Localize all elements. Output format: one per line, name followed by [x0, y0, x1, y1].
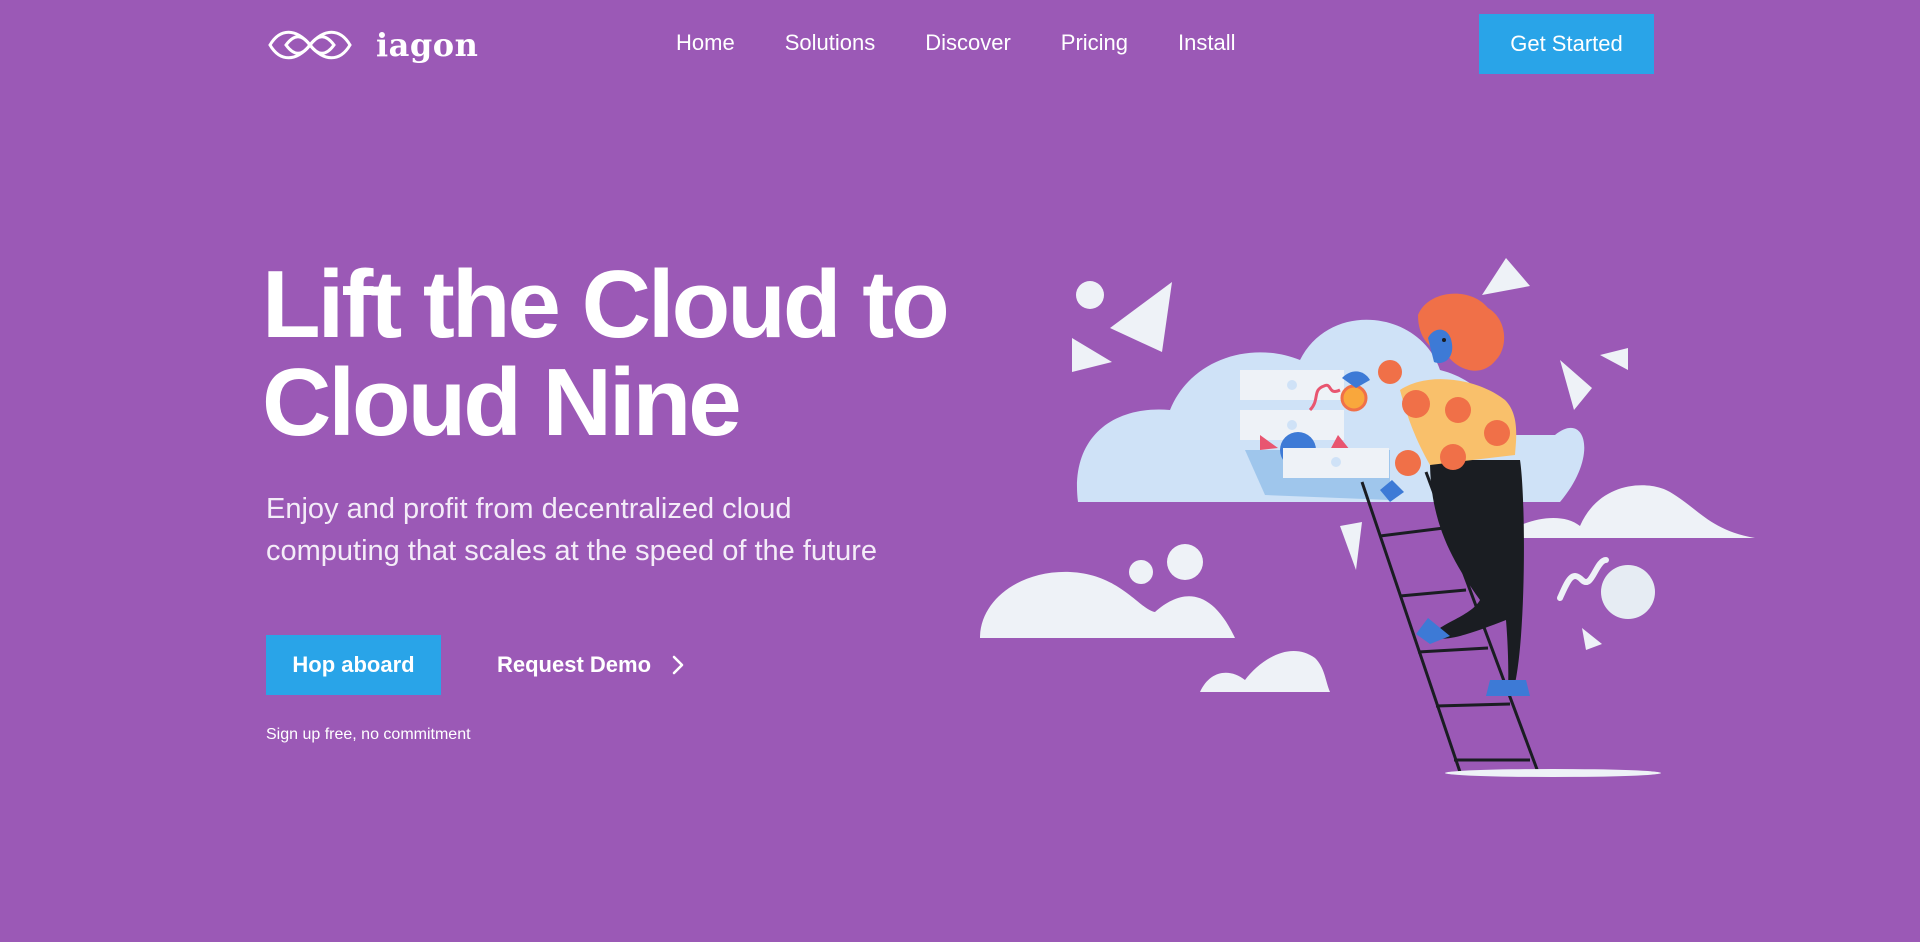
hero-illustration	[980, 258, 1755, 777]
lower-left-cloud-shape	[980, 571, 1235, 638]
signup-note: Sign up free, no commitment	[266, 726, 471, 743]
floating-triangle-5	[1600, 348, 1628, 370]
nav-pricing[interactable]: Pricing	[1061, 26, 1128, 60]
floating-circle-2	[1167, 544, 1203, 580]
hero-title-line-1: Lift the Cloud to	[262, 251, 950, 358]
nav-home[interactable]: Home	[676, 26, 735, 60]
get-started-button[interactable]: Get Started	[1479, 14, 1654, 74]
nav-discover[interactable]: Discover	[925, 26, 1011, 60]
small-bottom-cloud-shape	[1200, 650, 1330, 692]
hop-aboard-button[interactable]: Hop aboard	[266, 635, 441, 695]
hero-subtitle-line-1: Enjoy and profit from decentralized clou…	[266, 493, 792, 525]
ground-shadow	[1445, 769, 1661, 777]
floating-triangle-3	[1482, 258, 1530, 295]
top-nav: iagon Home Solutions Discover Pricing In…	[0, 0, 1920, 88]
hero-title-line-2: Cloud Nine	[262, 349, 742, 456]
floating-triangle-2	[1072, 338, 1112, 372]
brand-name: iagon	[376, 26, 479, 64]
main-nav: Home Solutions Discover Pricing Install	[676, 26, 1286, 60]
floating-triangle-6	[1582, 628, 1602, 650]
chevron-right-icon	[672, 655, 684, 675]
request-demo-link[interactable]: Request Demo	[497, 635, 685, 695]
floating-circle-1	[1076, 281, 1104, 309]
floating-triangle-1	[1110, 282, 1172, 352]
floating-circle-3	[1129, 560, 1153, 584]
brand[interactable]: iagon	[266, 22, 478, 68]
hero-title: Lift the Cloud to Cloud Nine	[262, 256, 982, 452]
floating-squiggle	[1557, 557, 1609, 601]
nav-solutions[interactable]: Solutions	[785, 26, 876, 60]
nav-install[interactable]: Install	[1178, 26, 1235, 60]
brand-logo-icon	[268, 30, 352, 60]
request-demo-label: Request Demo	[497, 652, 652, 677]
floating-triangle-7	[1340, 522, 1362, 570]
hero-subtitle-line-2: computing that scales at the speed of th…	[266, 535, 877, 567]
floating-triangle-4	[1560, 360, 1592, 410]
floating-circle-4	[1601, 565, 1655, 619]
hero-subtitle: Enjoy and profit from decentralized clou…	[266, 488, 926, 572]
